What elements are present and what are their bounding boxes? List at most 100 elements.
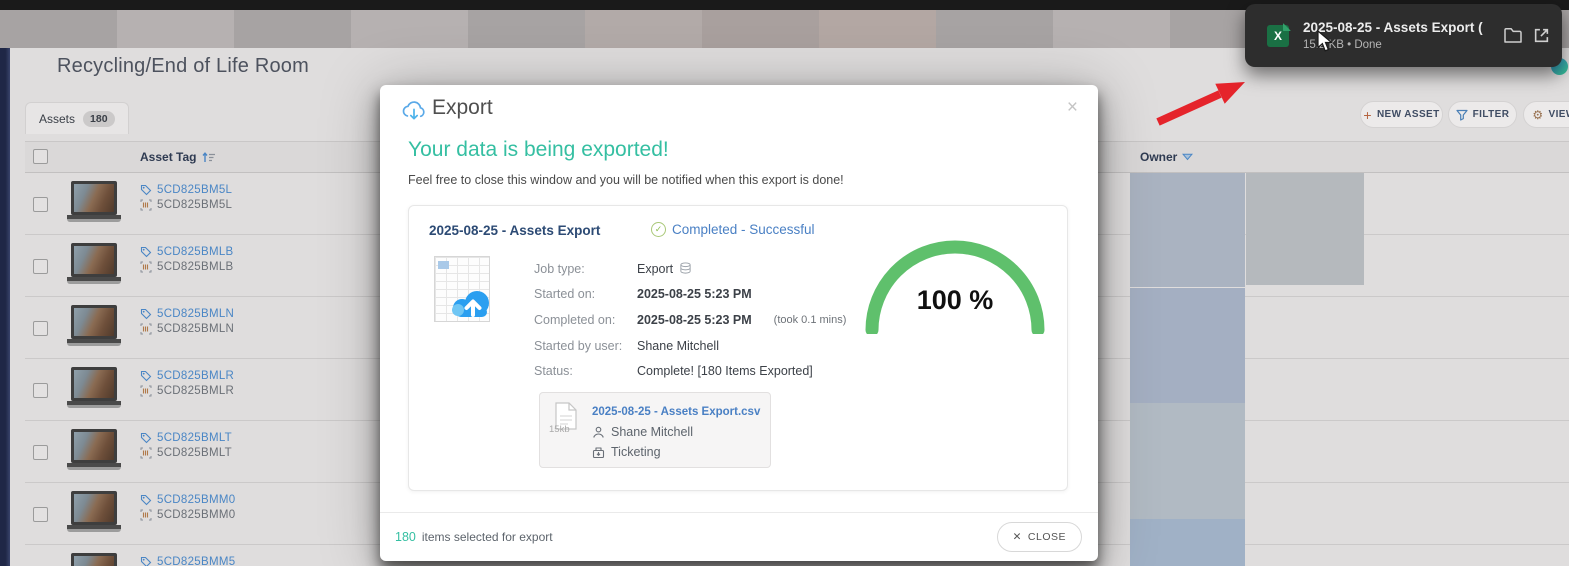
detail-label: Status: xyxy=(534,364,637,378)
asset-tag-link[interactable]: 5CD825BMLT xyxy=(157,432,232,444)
download-toast[interactable]: X 2025-08-25 - Assets Export ( 15.2 KB •… xyxy=(1245,4,1562,67)
tag-icon xyxy=(140,246,152,258)
tag-icon xyxy=(140,184,152,196)
detail-value: 2025-08-25 5:23 PM xyxy=(637,287,752,301)
row-checkbox[interactable] xyxy=(33,507,48,522)
asset-thumbnail[interactable] xyxy=(67,181,121,227)
export-file-card[interactable]: 15kb 2025-08-25 - Assets Export.csv Shan… xyxy=(539,392,771,468)
filter-label: FILTER xyxy=(1473,109,1510,120)
asset-tag-link[interactable]: 5CD825BMLB xyxy=(157,246,234,258)
cloud-upload-icon xyxy=(449,287,495,321)
database-icon xyxy=(679,262,692,275)
asset-serial: 5CD825BMLT xyxy=(157,447,232,459)
gear-icon: ⚙ xyxy=(1532,108,1543,122)
tab-assets[interactable]: Assets 180 xyxy=(25,102,129,134)
file-user-label: Shane Mitchell xyxy=(611,425,693,439)
close-button-label: CLOSE xyxy=(1028,531,1066,543)
asset-tag-link[interactable]: 5CD825BMM5 xyxy=(157,556,235,566)
row-checkbox[interactable] xyxy=(33,383,48,398)
row-checkbox[interactable] xyxy=(33,197,48,212)
detail-value: Shane Mitchell xyxy=(637,339,719,353)
spreadsheet-cell-highlight xyxy=(438,261,449,269)
laptop-screen xyxy=(71,181,117,215)
progress-gauge: 100 % xyxy=(859,230,1051,334)
file-app: Ticketing xyxy=(592,445,661,459)
annotation-arrow xyxy=(1150,78,1250,128)
laptop-base xyxy=(67,219,121,222)
filter-button[interactable]: FILTER xyxy=(1448,101,1517,128)
cloud-download-icon xyxy=(400,98,428,123)
asset-tag-link[interactable]: 5CD825BMLN xyxy=(157,308,234,320)
asset-serial: 5CD825BMLN xyxy=(157,323,234,335)
person-icon xyxy=(592,426,605,439)
asset-tag-link[interactable]: 5CD825BMLR xyxy=(157,370,234,382)
barcode-icon xyxy=(140,509,152,521)
asset-thumbnail[interactable] xyxy=(67,367,121,413)
export-heading: Your data is being exported! xyxy=(408,138,669,162)
toolbar-segment xyxy=(234,10,351,48)
toolbar-segment xyxy=(468,10,585,48)
row-checkbox[interactable] xyxy=(33,445,48,460)
owner-header-label: Owner xyxy=(1140,150,1177,164)
asset-tag-cell: 5CD825BM5L 5CD825BM5L xyxy=(140,182,232,212)
sidebar-edge[interactable] xyxy=(0,48,10,566)
asset-thumbnail[interactable] xyxy=(67,243,121,289)
asset-thumbnail[interactable] xyxy=(67,429,121,475)
asset-thumbnail[interactable] xyxy=(67,491,121,537)
barcode-icon xyxy=(140,261,152,273)
owner-skeleton-block xyxy=(1130,519,1245,566)
tab-assets-label: Assets xyxy=(39,112,75,126)
toolbar-segment xyxy=(936,10,1053,48)
tab-assets-count-badge: 180 xyxy=(83,111,115,127)
asset-thumbnail[interactable] xyxy=(67,553,121,566)
barcode-icon xyxy=(140,199,152,211)
detail-row: Job type: Export xyxy=(534,256,846,282)
owner-skeleton-block xyxy=(1246,173,1364,285)
asset-serial: 5CD825BMLB xyxy=(157,261,234,273)
detail-value: 2025-08-25 5:23 PM xyxy=(637,313,752,327)
funnel-icon xyxy=(1456,109,1468,121)
show-in-folder-icon[interactable] xyxy=(1503,27,1523,44)
file-name-link[interactable]: 2025-08-25 - Assets Export.csv xyxy=(592,406,760,418)
detail-row: Started by user: Shane Mitchell xyxy=(534,333,846,359)
owner-skeleton-block xyxy=(1130,288,1245,403)
close-x-icon: ✕ xyxy=(1013,531,1022,543)
new-asset-button[interactable]: + NEW ASSET xyxy=(1360,101,1443,128)
asset-tag-cell: 5CD825BMLN 5CD825BMLN xyxy=(140,306,234,336)
owner-skeleton-block xyxy=(1130,173,1245,287)
column-header-owner[interactable]: Owner xyxy=(1140,150,1193,164)
job-details: Job type: Export Started on: 2025-08-25 … xyxy=(534,256,846,384)
open-in-new-icon[interactable] xyxy=(1533,27,1550,44)
asset-tag-header-label: Asset Tag xyxy=(140,150,196,164)
row-checkbox[interactable] xyxy=(33,321,48,336)
select-all-checkbox[interactable] xyxy=(33,149,48,164)
file-user: Shane Mitchell xyxy=(592,425,693,439)
asset-tag-link[interactable]: 5CD825BMM0 xyxy=(157,494,235,506)
row-checkbox[interactable] xyxy=(33,259,48,274)
asset-serial: 5CD825BM5L xyxy=(157,199,232,211)
asset-thumbnail[interactable] xyxy=(67,305,121,351)
job-name: 2025-08-25 - Assets Export xyxy=(429,223,600,238)
detail-value: Export xyxy=(637,262,673,276)
close-icon[interactable]: × xyxy=(1067,97,1078,119)
close-button[interactable]: ✕ CLOSE xyxy=(997,522,1082,552)
toolbar-segment xyxy=(0,10,117,48)
toolbar-segment xyxy=(1053,10,1170,48)
tag-icon xyxy=(140,308,152,320)
asset-tag-cell: 5CD825BMLT 5CD825BMLT xyxy=(140,430,232,460)
duration-note: (took 0.1 mins) xyxy=(774,314,847,326)
toolbar-segment xyxy=(702,10,819,48)
asset-serial: 5CD825BMM0 xyxy=(157,509,235,521)
selected-count-label: items selected for export xyxy=(422,530,553,544)
asset-tag-cell: 5CD825BMLR 5CD825BMLR xyxy=(140,368,234,398)
sort-icon[interactable] xyxy=(201,151,216,164)
asset-tag-link[interactable]: 5CD825BM5L xyxy=(157,184,232,196)
column-header-asset-tag[interactable]: Asset Tag xyxy=(140,150,216,164)
view-button[interactable]: ⚙ VIEW xyxy=(1523,101,1569,128)
detail-label: Started on: xyxy=(534,287,637,301)
barcode-icon xyxy=(140,323,152,335)
detail-row: Started on: 2025-08-25 5:23 PM xyxy=(534,282,846,308)
spreadsheet-icon xyxy=(434,256,490,322)
tag-icon xyxy=(140,432,152,444)
asset-tag-cell: 5CD825BMM0 5CD825BMM0 xyxy=(140,492,235,522)
